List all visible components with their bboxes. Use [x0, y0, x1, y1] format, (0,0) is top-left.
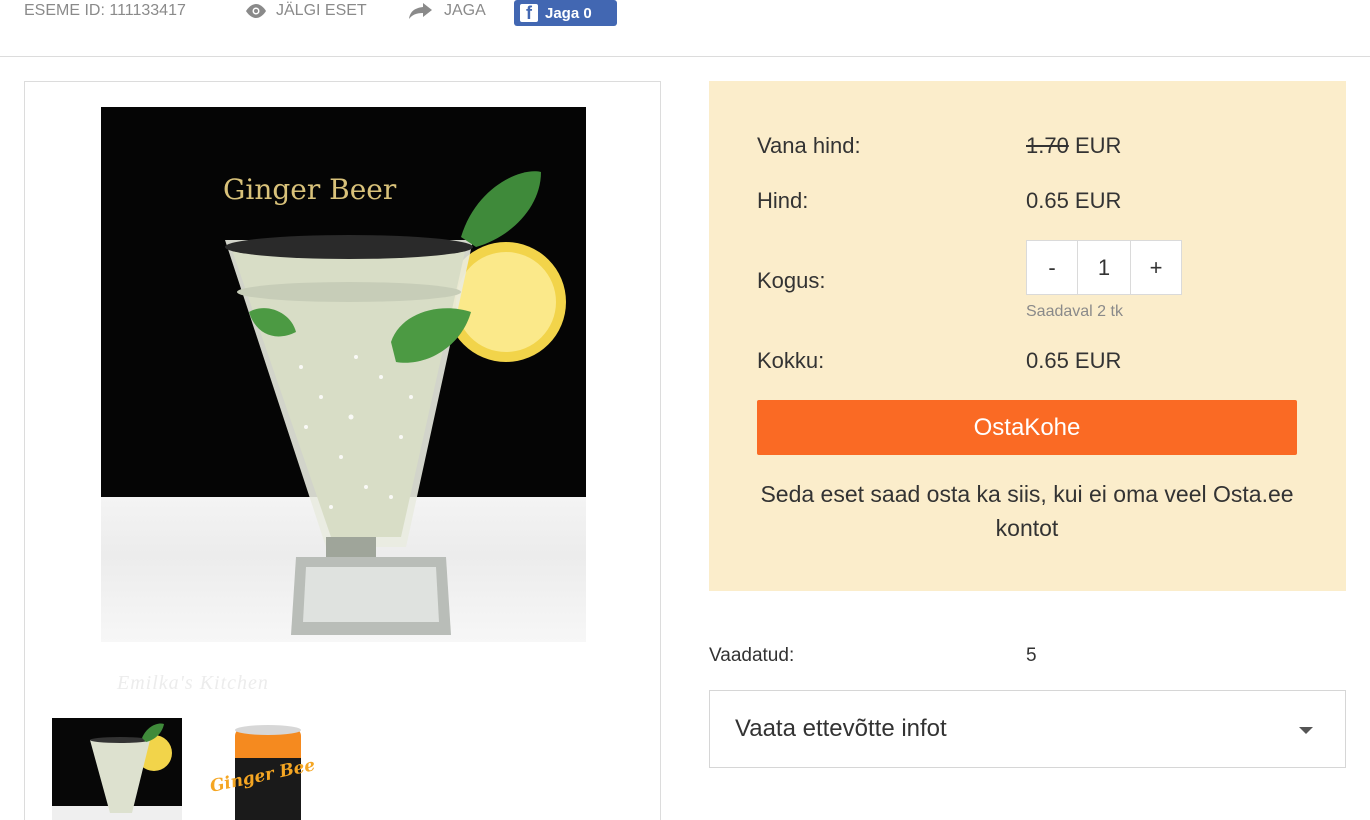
company-info-label: Vaata ettevõtte infot — [735, 715, 947, 742]
item-meta-bar: ESEME ID: 111133417 JÄLGI ESET JAGA f Ja… — [0, 0, 1370, 57]
product-gallery: Ginger Beer Emilka's Kitchen Ginger Beer — [24, 81, 661, 820]
views-count: 5 — [1026, 645, 1037, 666]
quantity-label: Kogus: — [757, 268, 826, 293]
quantity-increase-button[interactable]: + — [1131, 241, 1181, 294]
share-label: JAGA — [444, 2, 486, 19]
quantity-input[interactable]: 1 — [1077, 241, 1131, 294]
chevron-down-icon — [1299, 727, 1313, 734]
thumbnail-can[interactable]: Ginger Beer — [185, 718, 315, 820]
total-label: Kokku: — [757, 348, 825, 373]
views-label: Vaadatud: — [709, 645, 795, 666]
thumbnail-glass[interactable] — [52, 718, 182, 820]
image-caption-text: Ginger Beer — [223, 173, 397, 206]
watch-item-link[interactable]: JÄLGI ESET — [244, 0, 367, 22]
facebook-icon: f — [520, 4, 538, 22]
item-id: ESEME ID: 111133417 — [24, 2, 186, 19]
facebook-share-label: Jaga 0 — [545, 4, 592, 22]
old-price-label: Vana hind: — [757, 133, 861, 158]
availability-text: Saadaval 2 tk — [1026, 303, 1123, 320]
image-watermark: Emilka's Kitchen — [117, 672, 269, 694]
facebook-share-button[interactable]: f Jaga 0 — [514, 0, 617, 26]
guest-purchase-note: Seda eset saad osta ka siis, kui ei oma … — [760, 481, 1294, 541]
total-value: 0.65 EUR — [1026, 348, 1122, 373]
old-price-amount: 1.70 — [1026, 133, 1069, 158]
buy-now-button[interactable]: OstaKohe — [757, 400, 1297, 455]
watch-label: JÄLGI ESET — [276, 2, 367, 19]
price-value: 0.65 EUR — [1026, 188, 1122, 213]
share-arrow-icon — [409, 3, 432, 19]
price-label: Hind: — [757, 188, 809, 213]
quantity-decrease-button[interactable]: - — [1027, 241, 1077, 294]
old-price-value: 1.70 EUR — [1026, 133, 1121, 159]
product-main-image[interactable]: Ginger Beer — [101, 107, 586, 642]
old-price-currency: EUR — [1068, 133, 1122, 158]
company-info-dropdown[interactable]: Vaata ettevõtte infot — [709, 690, 1346, 768]
price-box: Vana hind: 1.70 EUR Hind: 0.65 EUR Kogus… — [709, 81, 1346, 591]
share-link[interactable]: JAGA — [408, 0, 486, 22]
quantity-stepper: - 1 + — [1026, 240, 1182, 295]
eye-icon — [246, 4, 266, 18]
